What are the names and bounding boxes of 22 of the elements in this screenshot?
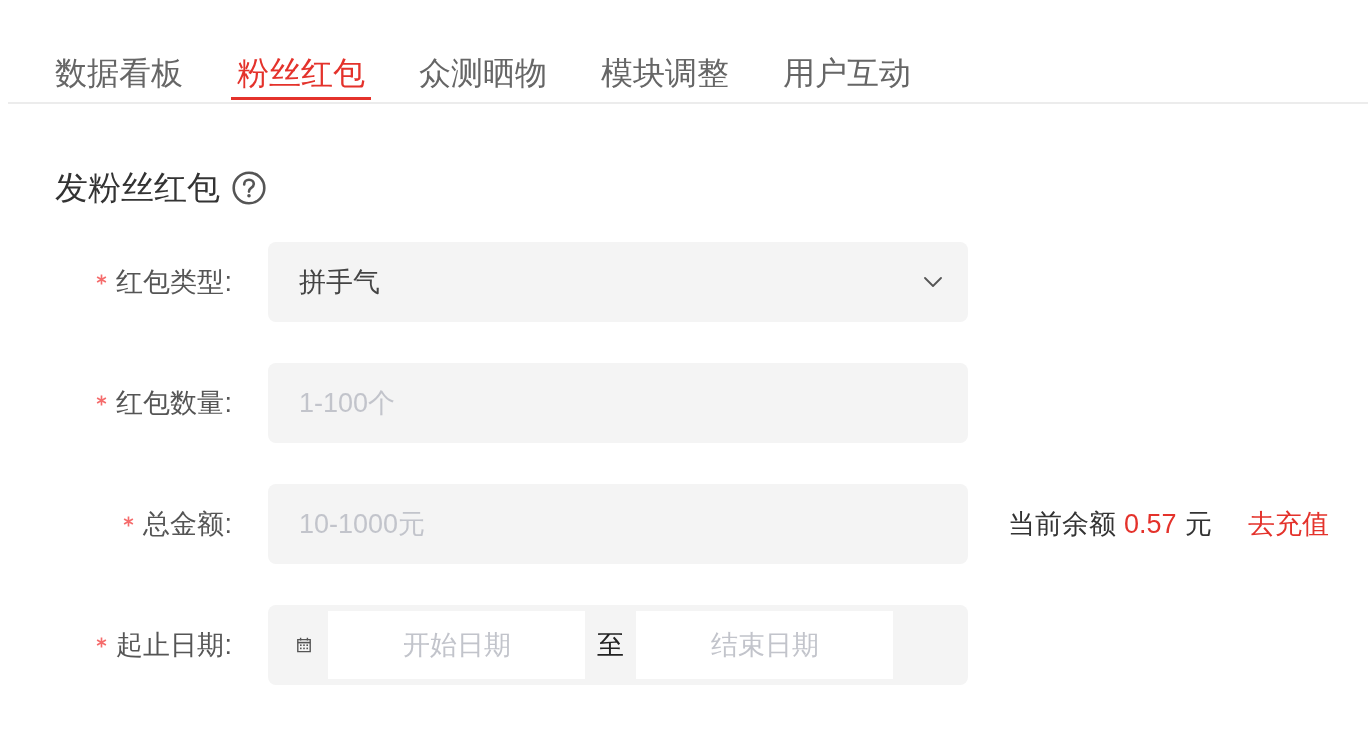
field-label: 起止日期: (116, 629, 232, 662)
currency-unit: 元 (1184, 508, 1212, 541)
end-date-field[interactable]: 结束日期 (636, 611, 893, 679)
recharge-link[interactable]: 去充值 (1247, 506, 1329, 542)
date-range-field[interactable]: 开始日期 至 结束日期 (268, 605, 968, 685)
help-icon[interactable] (232, 171, 266, 205)
balance-amount: 0.57 (1124, 508, 1177, 540)
tab[interactable]: 模块调整 (595, 49, 735, 100)
field-label: 总金额: (143, 508, 232, 541)
tab[interactable]: 用户互动 (777, 49, 917, 100)
section-title: 发粉丝红包 (55, 168, 220, 208)
calendar-icon (296, 637, 312, 653)
chevron-down-icon (924, 277, 942, 287)
start-date-field[interactable]: 开始日期 (328, 611, 585, 679)
balance-label: 当前余额 (1008, 508, 1116, 541)
field-label: 红包类型: (116, 266, 232, 299)
type-select[interactable]: 拼手气 (268, 242, 968, 322)
tab[interactable]: 粉丝红包 (231, 49, 371, 100)
tab[interactable]: 数据看板 (49, 49, 189, 100)
range-separator: 至 (597, 629, 624, 662)
field-label: 红包数量: (116, 387, 232, 420)
tab[interactable]: 众测晒物 (413, 49, 553, 100)
